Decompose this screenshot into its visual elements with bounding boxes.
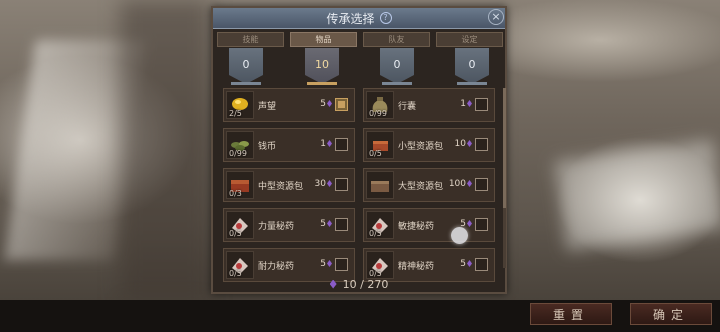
scrollbar-thumb[interactable] xyxy=(503,88,506,208)
item-checkbox[interactable] xyxy=(335,178,348,191)
bottom-bar xyxy=(0,300,720,332)
banner-settings: 0 xyxy=(455,48,489,88)
potion-icon: 0/5 xyxy=(226,211,254,239)
item-checkbox[interactable] xyxy=(475,218,488,231)
tab-companions[interactable]: 队友 xyxy=(363,32,430,47)
scrollbar[interactable] xyxy=(503,88,506,268)
item-count: 2/5 xyxy=(229,109,242,118)
item-count: 0/5 xyxy=(229,229,242,238)
banner-items: 10 xyxy=(305,48,339,88)
item-checkbox[interactable] xyxy=(335,258,348,271)
gold-nugget-icon: 2/5 xyxy=(226,91,254,119)
item-name: 敏捷秘药 xyxy=(398,222,435,232)
banner-row: 0 10 0 0 xyxy=(213,48,505,90)
item-checkbox[interactable] xyxy=(475,98,488,111)
confirm-button[interactable]: 确定 xyxy=(630,303,712,325)
gem-icon xyxy=(467,260,472,267)
item-count: 0/99 xyxy=(229,149,247,158)
item-name: 大型资源包 xyxy=(398,182,444,192)
gem-icon xyxy=(327,140,332,147)
item-cost: 5 xyxy=(320,219,326,229)
tab-bar: 技能 物品 队友 设定 xyxy=(217,32,503,47)
list-item[interactable]: 0/5 敏捷秘药 5 xyxy=(363,208,495,242)
item-count: 0/3 xyxy=(229,189,242,198)
tab-skills[interactable]: 技能 xyxy=(217,32,284,47)
item-name: 小型资源包 xyxy=(398,142,444,152)
item-cost: 5 xyxy=(460,259,466,269)
list-item[interactable]: 0/3 中型资源包 30 xyxy=(223,168,355,202)
item-checkbox[interactable] xyxy=(335,138,348,151)
close-icon[interactable]: × xyxy=(488,9,504,25)
item-name: 耐力秘药 xyxy=(258,262,295,272)
touch-cursor-icon xyxy=(451,227,468,244)
item-name: 声望 xyxy=(258,102,277,112)
banner-companions: 0 xyxy=(380,48,414,88)
potion-icon: 0/5 xyxy=(366,251,394,279)
banner-value: 0 xyxy=(242,58,250,71)
list-item[interactable]: 0/5 力量秘药 5 xyxy=(223,208,355,242)
item-cost: 30 xyxy=(314,179,326,189)
item-name: 中型资源包 xyxy=(258,182,304,192)
gem-icon xyxy=(329,279,337,289)
item-name: 精神秘药 xyxy=(398,262,435,272)
item-count: 0/5 xyxy=(369,149,382,158)
help-icon[interactable]: ? xyxy=(379,12,392,24)
list-item[interactable]: 0/99 钱币 1 xyxy=(223,128,355,162)
list-item[interactable]: 0/99 行囊 1 xyxy=(363,88,495,122)
item-cost: 10 xyxy=(454,139,466,149)
item-cost: 1 xyxy=(460,99,466,109)
item-checkbox[interactable] xyxy=(475,178,488,191)
item-name: 力量秘药 xyxy=(258,222,295,232)
small-pack-icon: 0/5 xyxy=(366,131,394,159)
item-count: 0/99 xyxy=(369,109,387,118)
medium-pack-icon: 0/3 xyxy=(226,171,254,199)
item-checkbox[interactable] xyxy=(335,218,348,231)
gem-icon xyxy=(467,220,472,227)
potion-icon: 0/5 xyxy=(226,251,254,279)
item-name: 钱币 xyxy=(258,142,277,152)
item-name: 行囊 xyxy=(398,102,417,112)
item-cost: 5 xyxy=(320,259,326,269)
banner-value: 10 xyxy=(315,58,329,71)
coins-icon: 0/99 xyxy=(226,131,254,159)
list-item[interactable]: 大型资源包 100 xyxy=(363,168,495,202)
gem-icon xyxy=(327,260,332,267)
background-shadow xyxy=(120,0,210,300)
tab-settings[interactable]: 设定 xyxy=(436,32,503,47)
points-total: 10 / 270 xyxy=(342,277,389,291)
list-item[interactable]: 0/5 小型资源包 10 xyxy=(363,128,495,162)
dialog-titlebar: 传承选择 ? × xyxy=(213,8,505,29)
points-footer: 10 / 270 xyxy=(213,276,505,292)
reset-button[interactable]: 重置 xyxy=(530,303,612,325)
potion-icon: 0/5 xyxy=(366,211,394,239)
large-pack-icon xyxy=(366,171,394,199)
gem-icon xyxy=(327,220,332,227)
gem-icon xyxy=(467,180,472,187)
gem-icon xyxy=(327,100,332,107)
gem-icon xyxy=(467,100,472,107)
item-checkbox[interactable] xyxy=(335,98,348,111)
dialog-title: 传承选择 xyxy=(326,11,375,26)
list-item[interactable]: 2/5 声望 5 xyxy=(223,88,355,122)
item-cost: 5 xyxy=(320,99,326,109)
banner-value: 0 xyxy=(393,58,401,71)
item-checkbox[interactable] xyxy=(475,138,488,151)
gem-icon xyxy=(327,180,332,187)
item-count: 0/5 xyxy=(369,229,382,238)
tab-items[interactable]: 物品 xyxy=(290,32,357,47)
item-checkbox[interactable] xyxy=(475,258,488,271)
item-cost: 100 xyxy=(448,179,466,189)
banner-value: 0 xyxy=(468,58,476,71)
gem-icon xyxy=(467,140,472,147)
bag-icon: 0/99 xyxy=(366,91,394,119)
inheritance-dialog: 传承选择 ? × 技能 物品 队友 设定 0 10 0 0 2/5 声望 5 0… xyxy=(211,6,507,294)
banner-skills: 0 xyxy=(229,48,263,88)
item-cost: 1 xyxy=(320,139,326,149)
